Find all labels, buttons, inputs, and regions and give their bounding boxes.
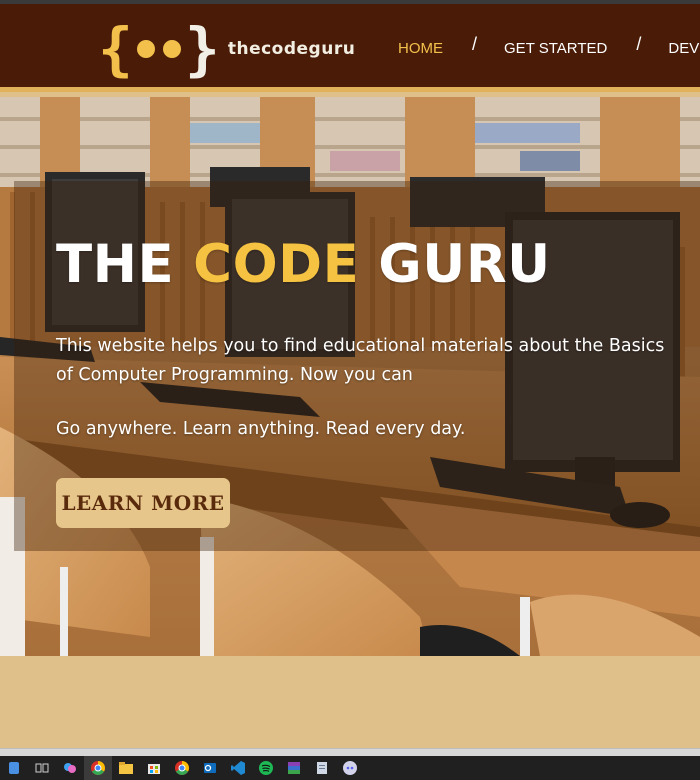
outlook-icon[interactable]	[196, 756, 224, 780]
nav-separator: /	[636, 33, 642, 54]
site-logo[interactable]: { } thecodeguru	[98, 14, 355, 84]
file-explorer-icon[interactable]	[112, 756, 140, 780]
learn-more-button[interactable]: LEARN MORE	[56, 478, 230, 528]
nav-dev[interactable]: DEV	[668, 40, 699, 57]
logo-mark: { }	[98, 20, 220, 78]
spotify-icon[interactable]	[252, 756, 280, 780]
hero-description: This website helps you to find education…	[56, 336, 665, 385]
navbar: { } thecodeguru HOME / GET STARTED / DEV	[0, 4, 700, 92]
store-icon[interactable]	[140, 756, 168, 780]
logo-dot-left	[136, 40, 155, 58]
logo-right-brace: }	[184, 15, 220, 83]
vscode-icon[interactable]	[224, 756, 252, 780]
discord-icon[interactable]	[336, 756, 364, 780]
notes-icon[interactable]	[308, 756, 336, 780]
hero-title-part2: GURU	[378, 234, 551, 295]
logo-text: thecodeguru	[227, 39, 356, 59]
window-bottom-edge	[0, 748, 700, 756]
content-area	[0, 656, 700, 748]
hero-title-accent: CODE	[193, 234, 360, 295]
hero-section: THE CODE GURU This website helps you to …	[0, 97, 700, 656]
logo-dot-right	[162, 40, 181, 58]
main-nav: HOME / GET STARTED / DEV	[398, 4, 699, 92]
chrome-icon[interactable]	[84, 756, 112, 780]
nav-separator: /	[472, 33, 478, 54]
taskbar	[0, 756, 700, 780]
task-view-icon[interactable]	[28, 756, 56, 780]
winrar-icon[interactable]	[280, 756, 308, 780]
app-icon[interactable]	[0, 756, 28, 780]
nav-get-started[interactable]: GET STARTED	[504, 40, 607, 57]
nav-home[interactable]: HOME	[398, 40, 443, 57]
hero-title: THE CODE GURU	[56, 234, 551, 295]
chrome-icon[interactable]	[168, 756, 196, 780]
logo-left-brace: {	[98, 15, 133, 83]
hero-title-part1: THE	[56, 234, 175, 295]
copilot-icon[interactable]	[56, 756, 84, 780]
hero-tagline: Go anywhere. Learn anything. Read every …	[56, 419, 466, 439]
